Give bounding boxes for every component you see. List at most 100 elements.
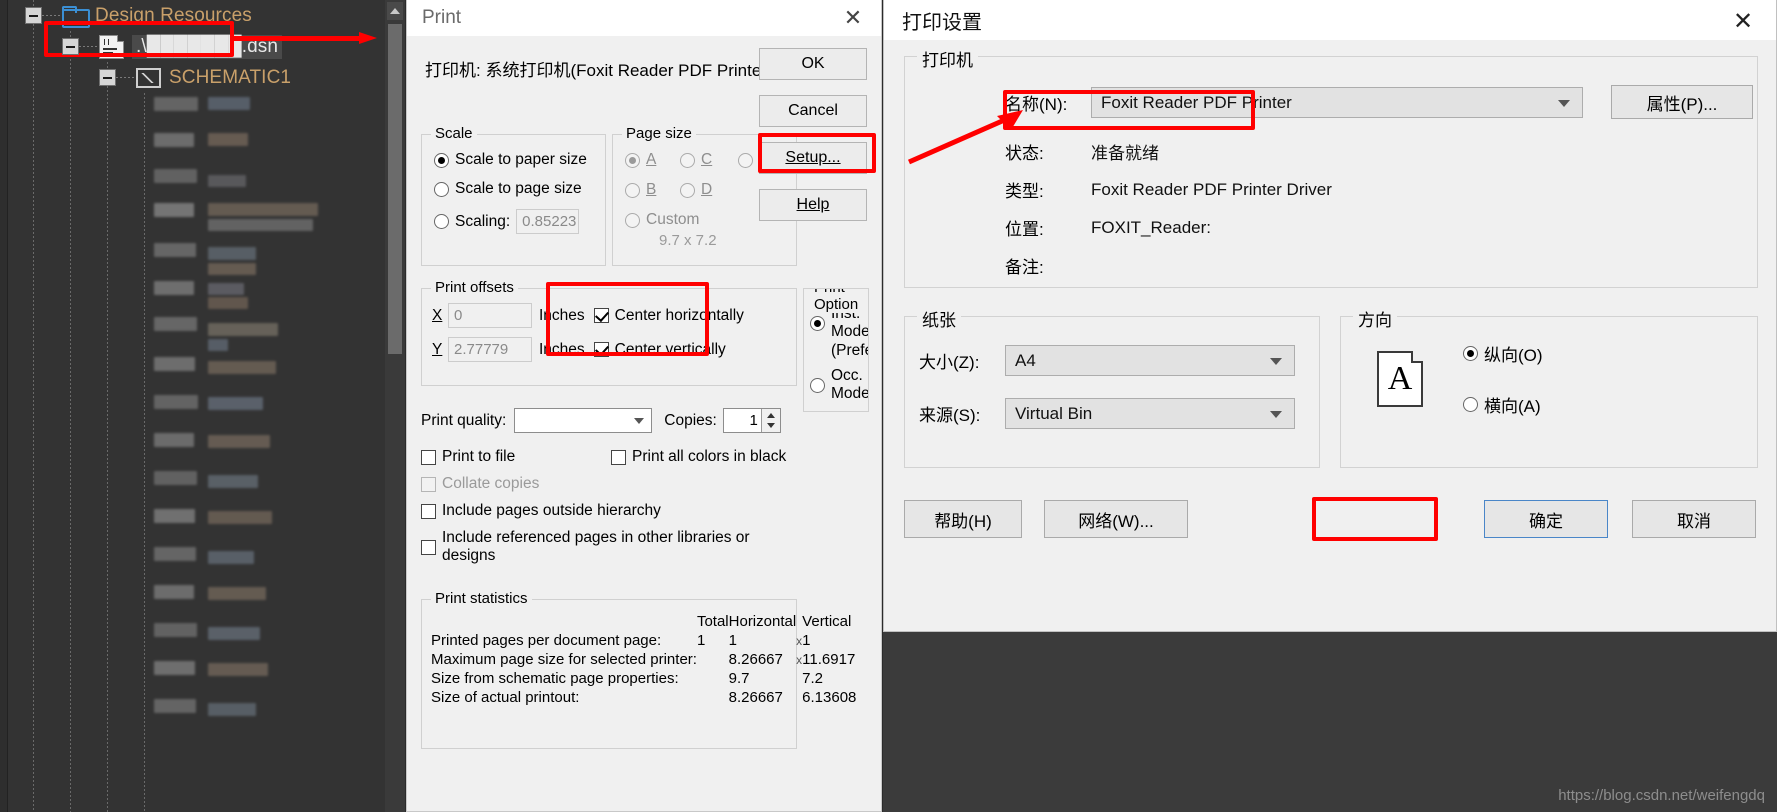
- checkbox-icon[interactable]: [421, 450, 436, 465]
- scroll-up-arrow-icon[interactable]: [387, 2, 403, 20]
- help-button[interactable]: Help: [759, 189, 867, 221]
- print-setup-dialog: 打印设置 ✕ 打印机 名称(N): Foxit Reader PDF Print…: [883, 0, 1777, 632]
- cell-total: [697, 669, 729, 688]
- cancel-button[interactable]: Cancel: [759, 95, 867, 127]
- print-statistics-table: Total Horizontal Vertical Printed pages …: [422, 612, 856, 707]
- table-row: Size from schematic page properties: 9.7…: [422, 669, 856, 688]
- radio-label: D: [701, 181, 712, 199]
- network-button[interactable]: 网络(W)...: [1044, 500, 1188, 538]
- close-icon[interactable]: ✕: [1720, 6, 1766, 36]
- copies-value: 1: [750, 412, 758, 429]
- copies-stepper[interactable]: 1: [723, 408, 781, 433]
- radio-page-size-c[interactable]: C: [680, 151, 738, 169]
- printer-name-value: Foxit Reader PDF Printer: [1101, 93, 1292, 113]
- cell-horizontal: 8.26667: [729, 688, 797, 707]
- radio-icon[interactable]: [434, 153, 449, 168]
- radio-icon[interactable]: [810, 316, 825, 331]
- cell-horizontal: 1: [729, 631, 797, 650]
- radio-icon[interactable]: [625, 153, 640, 168]
- printer-value: 系统打印机(Foxit Reader PDF Printer): [485, 61, 772, 80]
- radio-occ-mode[interactable]: Occ. Mode: [810, 367, 868, 403]
- radio-scale-to-page-size[interactable]: Scale to page size: [434, 180, 605, 198]
- printer-label: 打印机:: [425, 61, 481, 80]
- printer-type-value: Foxit Reader PDF Printer Driver: [1091, 180, 1332, 200]
- radio-page-size-a[interactable]: A: [625, 151, 680, 169]
- radio-icon[interactable]: [810, 378, 825, 393]
- col-horizontal: Horizontal: [729, 612, 797, 631]
- page-icon-letter: A: [1388, 360, 1413, 398]
- radio-icon[interactable]: [1463, 397, 1478, 412]
- stepper-buttons[interactable]: [761, 409, 780, 432]
- checkbox-center-horizontally[interactable]: Center horizontally: [594, 307, 744, 325]
- radio-label: Scale to paper size: [455, 151, 587, 169]
- radio-page-size-d[interactable]: D: [680, 181, 712, 199]
- printer-name-select[interactable]: Foxit Reader PDF Printer: [1091, 87, 1583, 118]
- radio-icon[interactable]: [625, 213, 640, 228]
- expander-minus-icon[interactable]: [99, 69, 116, 86]
- checkbox-icon[interactable]: [421, 504, 436, 519]
- help-button[interactable]: 帮助(H): [904, 500, 1022, 538]
- radio-label: 纵向(O): [1484, 341, 1543, 366]
- checkbox-print-all-colors-in-black[interactable]: Print all colors in black: [611, 448, 786, 466]
- radio-scale-to-paper-size[interactable]: Scale to paper size: [434, 151, 605, 169]
- annotation-arrow-setup-to-printer-name: [905, 108, 1025, 166]
- cancel-button[interactable]: 取消: [1632, 500, 1756, 538]
- orientation-group-legend: 方向: [1353, 306, 1397, 331]
- tree-item-design-resources[interactable]: Design Resources: [8, 0, 368, 31]
- cell-total: 1: [697, 631, 729, 650]
- printer-group-legend: 打印机: [917, 46, 978, 71]
- annotation-arrow-to-print-dialog: [232, 32, 377, 44]
- radio-scaling[interactable]: Scaling: 0.85223: [434, 209, 605, 234]
- radio-portrait[interactable]: 纵向(O): [1463, 341, 1543, 366]
- checkbox-collate-copies: Collate copies: [421, 475, 797, 493]
- radio-landscape[interactable]: 横向(A): [1463, 392, 1543, 417]
- checkbox-icon[interactable]: [594, 308, 609, 323]
- offset-x-input[interactable]: 0: [448, 303, 532, 328]
- setup-button[interactable]: Setup...: [759, 142, 867, 174]
- paper-size-select[interactable]: A4: [1005, 345, 1295, 376]
- ok-button[interactable]: OK: [759, 48, 867, 80]
- radio-icon[interactable]: [434, 214, 449, 229]
- close-icon[interactable]: ✕: [833, 4, 873, 32]
- ok-button[interactable]: 确定: [1484, 500, 1608, 538]
- cell-horizontal: 9.7: [729, 669, 797, 688]
- radio-icon[interactable]: [738, 153, 753, 168]
- radio-page-size-b[interactable]: B: [625, 181, 680, 199]
- radio-icon[interactable]: [625, 183, 640, 198]
- scaling-input[interactable]: 0.85223: [516, 209, 579, 234]
- checkbox-include-pages-outside-hierarchy[interactable]: Include pages outside hierarchy: [421, 502, 797, 520]
- radio-icon[interactable]: [1463, 346, 1478, 361]
- radio-label: C: [701, 151, 712, 169]
- tree-scrollbar[interactable]: [385, 0, 405, 812]
- radio-icon[interactable]: [680, 153, 695, 168]
- offset-y-input[interactable]: 2.77779: [448, 337, 532, 362]
- folder-icon: [62, 6, 87, 25]
- cell-vertical: 6.13608: [802, 688, 856, 707]
- radio-icon[interactable]: [434, 182, 449, 197]
- expander-minus-icon[interactable]: [62, 38, 79, 55]
- tree-connector: [42, 15, 62, 16]
- print-option-legend: Print Option: [810, 288, 868, 313]
- col-vertical: Vertical: [802, 612, 856, 631]
- checkbox-print-to-file[interactable]: Print to file: [421, 448, 611, 466]
- scrollbar-thumb[interactable]: [388, 24, 402, 354]
- properties-button[interactable]: 属性(P)...: [1611, 85, 1753, 119]
- schematic-folder-icon: [136, 68, 161, 88]
- expander-minus-icon[interactable]: [25, 7, 42, 24]
- print-quality-select[interactable]: [514, 408, 652, 433]
- checkbox-icon[interactable]: [594, 342, 609, 357]
- tree-item-label: SCHEMATIC1: [169, 67, 291, 89]
- row-label: Printed pages per document page:: [422, 631, 697, 650]
- radio-label: B: [646, 181, 656, 199]
- table-header-row: Total Horizontal Vertical: [422, 612, 856, 631]
- checkbox-include-referenced-pages[interactable]: Include referenced pages in other librar…: [421, 529, 797, 565]
- radio-icon[interactable]: [680, 183, 695, 198]
- checkbox-icon[interactable]: [421, 540, 436, 555]
- checkbox-center-vertically[interactable]: Center vertically: [594, 341, 726, 359]
- tree-item-schematic1[interactable]: SCHEMATIC1: [8, 62, 368, 93]
- panel-left-edge: [0, 0, 8, 812]
- paper-source-select[interactable]: Virtual Bin: [1005, 398, 1295, 429]
- paper-group: 纸张 大小(Z): A4 来源(S): Virtual Bin: [904, 316, 1320, 468]
- offset-x-unit: Inches: [539, 307, 585, 325]
- checkbox-icon[interactable]: [611, 450, 626, 465]
